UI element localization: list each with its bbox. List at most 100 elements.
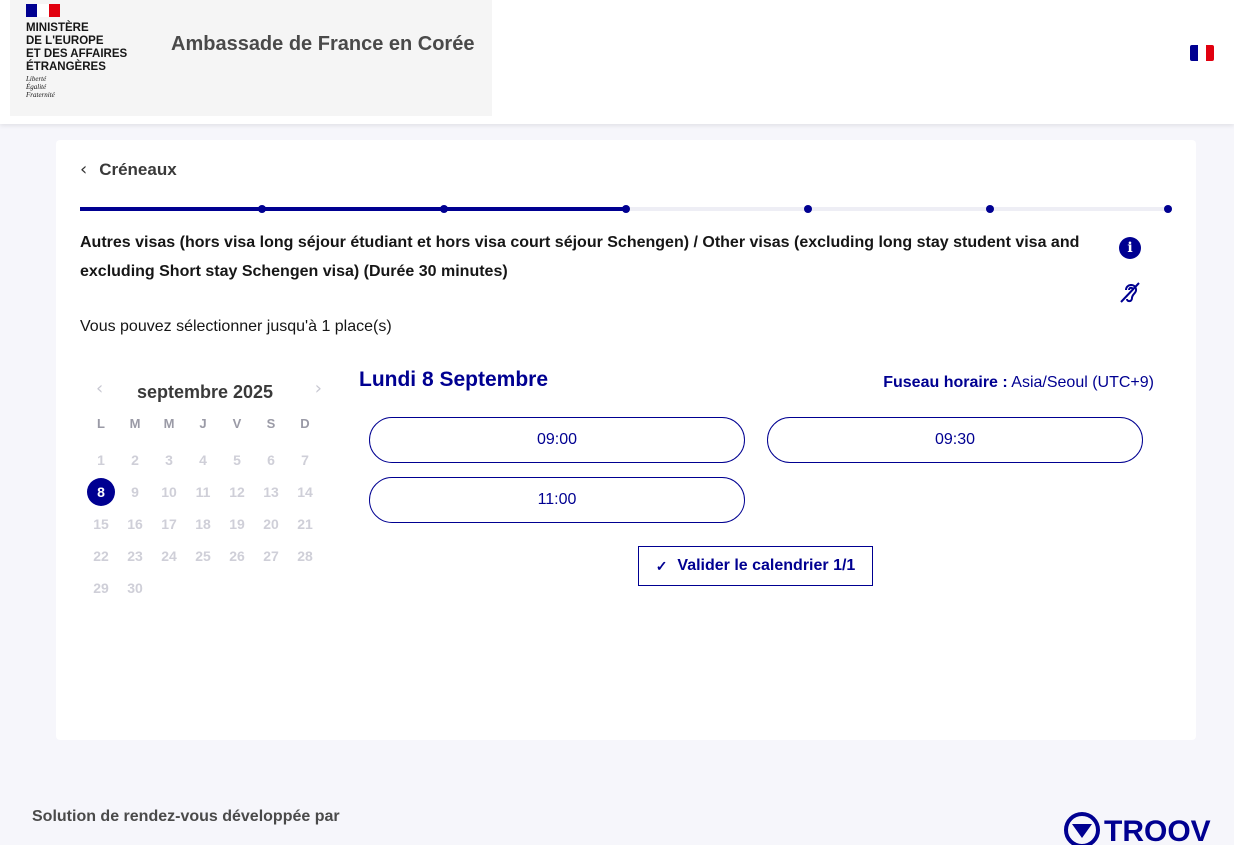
calendar-day-number: 10	[161, 484, 177, 500]
stepper-step-dot	[804, 205, 812, 213]
weekday-label: M	[163, 416, 175, 431]
time-slot-button[interactable]: 09:30	[767, 417, 1143, 463]
calendar-day: 17	[152, 508, 186, 540]
weekday-label: L	[97, 416, 105, 431]
ministry-line: ET DES AFFAIRES	[26, 48, 128, 60]
back-button[interactable]: ‹ Créneaux	[80, 160, 177, 180]
calendar-day-number: 23	[127, 548, 143, 564]
marianne-logo-icon	[26, 4, 60, 17]
calendar-day: 15	[84, 508, 118, 540]
calendar-day: 25	[186, 540, 220, 572]
chevron-left-icon: ‹	[80, 159, 88, 180]
calendar-day: 22	[84, 540, 118, 572]
calendar-day-selected[interactable]: 8	[84, 476, 118, 508]
timezone-label: Fuseau horaire :	[883, 374, 1008, 391]
ministry-logo-block[interactable]: MINISTÈRE DE L'EUROPE ET DES AFFAIRES ÉT…	[10, 0, 492, 116]
calendar-day: 20	[254, 508, 288, 540]
calendar-day-number: 25	[195, 548, 211, 564]
calendar-day-number: 30	[127, 580, 143, 596]
stepper-step-dot	[622, 205, 630, 213]
calendar-day: 24	[152, 540, 186, 572]
calendar-day-number: 3	[165, 452, 173, 468]
weekday-label: D	[300, 416, 310, 431]
max-places-text: Vous pouvez sélectionner jusqu'à 1 place…	[80, 318, 392, 335]
calendar-month: septembre 2025	[136, 382, 274, 402]
calendar-day-number: 9	[131, 484, 139, 500]
ministry-line: MINISTÈRE	[26, 22, 89, 34]
calendar-day-number: 28	[297, 548, 313, 564]
time-slot-button[interactable]: 09:00	[369, 417, 745, 463]
motto-line: Liberté	[26, 75, 47, 83]
validate-calendar-button[interactable]: ✓ Valider le calendrier 1/1	[638, 546, 873, 586]
calendar-day-number: 17	[161, 516, 177, 532]
weekday-label: V	[232, 416, 242, 431]
calendar-day: 28	[288, 540, 322, 572]
back-label: Créneaux	[99, 160, 177, 179]
calendar-day-number: 22	[93, 548, 109, 564]
calendar-day-number: 8	[87, 478, 115, 506]
calendar-day-number: 1	[97, 452, 105, 468]
troov-wordmark: TROOV	[1104, 815, 1211, 845]
stepper-step-dot	[258, 205, 266, 213]
calendar-day-number: 2	[131, 452, 139, 468]
calendar-day-number: 29	[93, 580, 109, 596]
calendar-day: 16	[118, 508, 152, 540]
calendar-day: 21	[288, 508, 322, 540]
info-icon[interactable]: i	[1119, 237, 1141, 259]
selected-day-title: Lundi 8 Septembre	[359, 368, 549, 391]
calendar-day-number: 27	[263, 548, 279, 564]
calendar-day-number: 15	[93, 516, 109, 532]
calendar-day: 23	[118, 540, 152, 572]
timezone: Fuseau horaire : Asia/Seoul (UTC+9)	[883, 374, 1154, 392]
progress-stepper	[80, 202, 1172, 216]
stepper-step-dot	[440, 205, 448, 213]
embassy-name: Ambassade de France en Corée	[171, 33, 475, 55]
check-icon: ✓	[655, 558, 668, 574]
time-slot-button[interactable]: 11:00	[369, 477, 745, 523]
booking-card: ‹ Créneaux Autres visas (hors visa long …	[56, 140, 1196, 740]
date-picker: ‹ septembre 2025 › L M M J V S D 1 2 3 4 5 6 7 8 9 10 11 1…	[84, 376, 326, 604]
calendar-day: 6	[254, 444, 288, 476]
chevron-right-icon[interactable]: ›	[315, 380, 322, 398]
troov-logo[interactable]: TROOV	[1064, 812, 1211, 845]
calendar-day: 26	[220, 540, 254, 572]
calendar-day-number: 19	[229, 516, 245, 532]
calendar-day-number: 4	[199, 452, 207, 468]
calendar-day: 19	[220, 508, 254, 540]
calendar-day: 14	[288, 476, 322, 508]
calendar-day-number: 11	[195, 484, 211, 500]
calendar-day-number: 20	[263, 516, 279, 532]
republic-motto: Liberté Égalité Fraternité	[26, 75, 55, 99]
calendar-header: ‹ septembre 2025 ›	[84, 376, 326, 408]
weekday-label: S	[266, 416, 276, 431]
stepper-step-dot	[1164, 205, 1172, 213]
service-title: Autres visas (hors visa long séjour étud…	[80, 234, 1080, 280]
calendar-grid: L M M J V S D 1 2 3 4 5 6 7 8 9 10 11 12 13 14 15 16 17 18 19 20 21…	[84, 412, 326, 604]
calendar-day: 9	[118, 476, 152, 508]
calendar-day: 7	[288, 444, 322, 476]
calendar-day-number: 14	[297, 484, 313, 500]
calendar-day: 4	[186, 444, 220, 476]
weekday-label: J	[199, 416, 207, 431]
calendar-day: 10	[152, 476, 186, 508]
calendar-day: 29	[84, 572, 118, 604]
calendar-day: 18	[186, 508, 220, 540]
calendar-day: 2	[118, 444, 152, 476]
calendar-day: 13	[254, 476, 288, 508]
stepper-step-dot	[986, 205, 994, 213]
calendar-day-number: 21	[297, 516, 313, 532]
motto-line: Égalité	[26, 83, 47, 91]
calendar-day: 30	[118, 572, 152, 604]
language-flag-icon[interactable]	[1190, 45, 1214, 61]
calendar-day-number: 18	[195, 516, 211, 532]
calendar-day-number: 5	[233, 452, 241, 468]
calendar-day: 12	[220, 476, 254, 508]
stepper-progress	[80, 207, 626, 211]
hearing-impaired-icon[interactable]	[1116, 278, 1144, 306]
ministry-line: ÉTRANGÈRES	[26, 61, 106, 73]
calendar-day-number: 12	[229, 484, 245, 500]
calendar-day: 5	[220, 444, 254, 476]
ministry-line: DE L'EUROPE	[26, 35, 104, 47]
troov-shield-icon	[1064, 812, 1100, 845]
calendar-day: 11	[186, 476, 220, 508]
